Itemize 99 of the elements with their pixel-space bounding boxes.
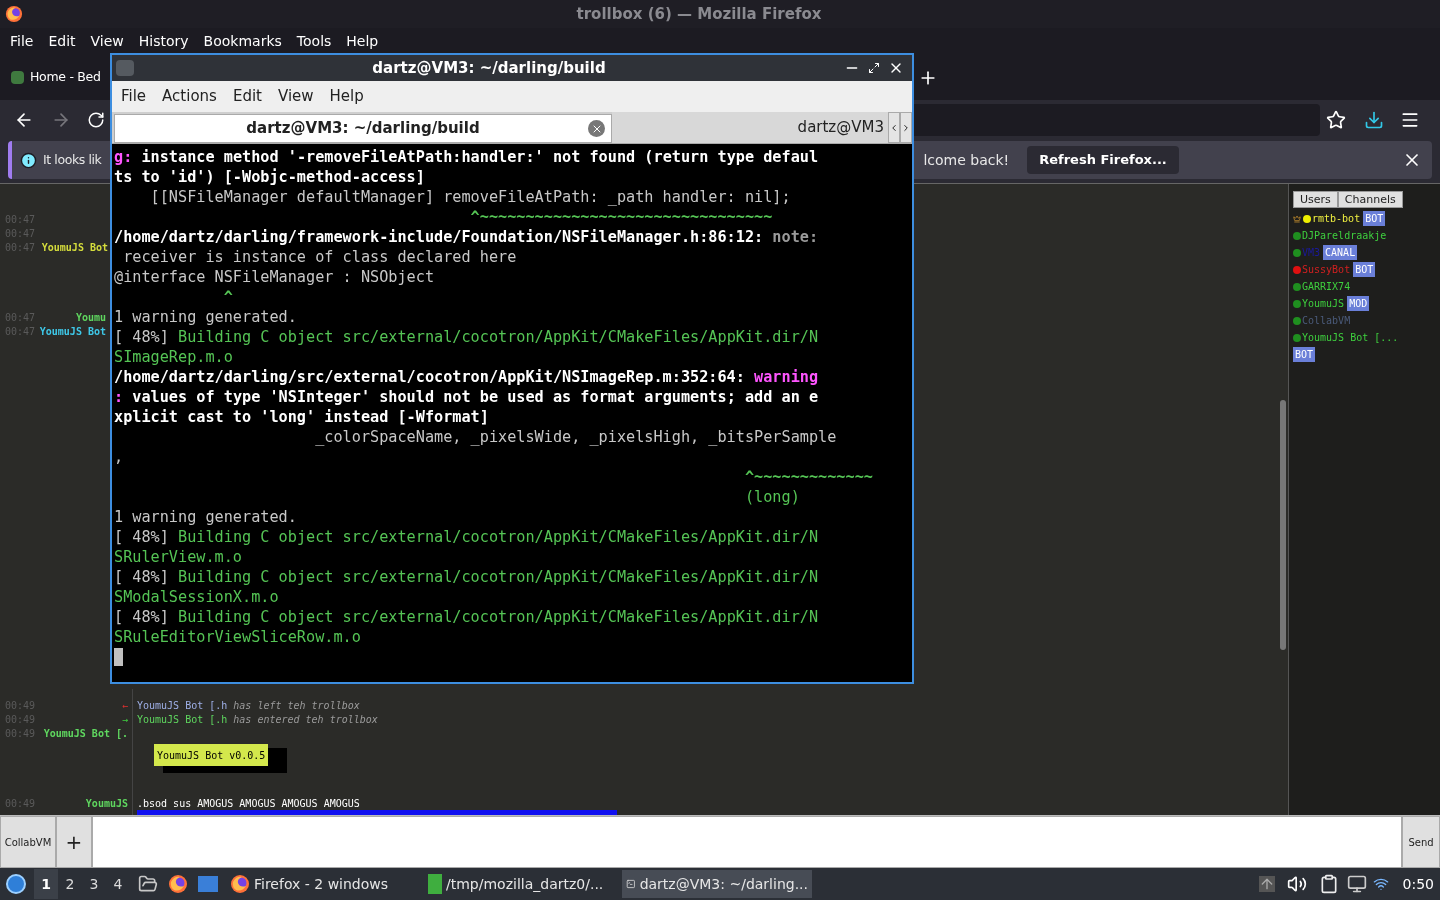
menu-icon[interactable] [1400, 110, 1420, 130]
terminal-line: SRuleEditorViewSliceRow.m.o [114, 627, 362, 647]
reload-icon[interactable] [87, 111, 105, 129]
user-badge: CANAL [1323, 244, 1358, 261]
terminal-line: /home/dartz/darling/framework-include/Foundation/NSFileManager.h:86:12: note: [114, 227, 820, 247]
menu-item[interactable]: Tools [290, 31, 338, 52]
message-text: .bsod sus AMOGUS AMOGUS AMOGUS AMOGUS [137, 796, 360, 811]
firefox-icon [230, 874, 250, 894]
send-button[interactable]: Send [1402, 816, 1440, 868]
notification-text: lcome back! [923, 150, 1010, 170]
maximize-icon[interactable] [868, 62, 880, 74]
clock: 0:50 [1402, 874, 1434, 894]
info-icon [20, 151, 37, 169]
notification-text: It looks lik [43, 150, 102, 169]
user-list-tab[interactable]: Users [1293, 191, 1338, 208]
monitor-icon[interactable] [1346, 874, 1367, 894]
terminal-line: , [114, 447, 125, 467]
menu-item[interactable]: View [272, 85, 319, 108]
chat-input-field[interactable] [92, 816, 1402, 868]
terminal-line: ^~~~~~~~~~~~~~ [743, 467, 874, 487]
nickname: Youmu [75, 310, 106, 325]
terminal-line: SImageRep.m.o [114, 347, 234, 367]
firefox-icon [5, 5, 23, 23]
text-cursor [114, 648, 123, 666]
terminal-line: /home/dartz/darling/src/external/cocotron/AppKit/NSImageRep.m:352:64: warning [114, 367, 820, 387]
terminal-line: ^~~~~~~~~~~~~~~~~~~~~~~~~~~~~~~~~ [469, 207, 774, 227]
collabvm-button[interactable]: CollabVM [0, 816, 56, 868]
menu-item[interactable]: Actions [157, 85, 222, 108]
window-title: trollbox (6) — Mozilla Firefox [575, 3, 823, 25]
add-button[interactable]: + [56, 816, 92, 868]
terminal-line: @interface NSFileManager : NSObject [114, 267, 436, 287]
user-badge: MOD [1347, 295, 1370, 312]
taskbar-task[interactable]: /tmp/mozilla_dartz0/... [424, 870, 614, 898]
window-title: dartz@VM3: ~/darling/build [371, 57, 607, 79]
menu-item[interactable]: Help [340, 31, 385, 52]
nickname: YoumuJS Bot [41, 240, 108, 255]
user-name[interactable]: GARRIX74 [1302, 278, 1351, 295]
menu-item[interactable]: File [116, 85, 152, 108]
terminal-line: ts to 'id') [-Wobjc-method-access] [114, 167, 426, 187]
terminal-line: : values of type 'NSInteger' should not be used as format arguments; add an e [114, 387, 820, 407]
terminal-tab[interactable]: dartz@VM3: ~/darling/build [114, 114, 612, 143]
terminal-line: g: instance method '-removeFileAtPath:handler:' not found (return type defaul [114, 147, 820, 167]
download-icon[interactable] [1364, 110, 1384, 130]
volume-icon[interactable] [1286, 874, 1307, 894]
enter-arrow: → [121, 712, 128, 727]
bookmark-star-icon[interactable] [1326, 110, 1346, 130]
browser-tab[interactable]: Home - Bed [8, 60, 108, 95]
start-menu-icon[interactable] [6, 874, 26, 894]
menu-item[interactable]: Help [324, 85, 369, 108]
taskbar-task[interactable]: dartz@VM3: ~/darling... [622, 870, 812, 898]
refresh-firefox-button[interactable]: Refresh Firefox... [1027, 146, 1179, 174]
file-manager-icon[interactable] [138, 874, 158, 894]
message-text: has left teh trollbox [233, 698, 360, 713]
nickname: YoumuJS [85, 796, 128, 811]
network-icon[interactable] [1372, 876, 1389, 892]
terminal-line: xplicit cast to 'long' instead [-Wformat] [114, 407, 490, 427]
user-name[interactable]: rmtb-bot [1312, 210, 1361, 227]
nickname: YoumuJS Bot [.h [137, 698, 228, 713]
terminal-line: [ 48%] Building C object src/external/cocotron/AppKit/CMakeFiles/AppKit.dir/N [114, 527, 820, 547]
workspace-button[interactable]: 1 [34, 869, 58, 899]
terminal-line: [[NSFileManager defaultManager] removeFileAtPath: _path handler: nil]; [149, 187, 792, 207]
user-badge: BOT [1363, 210, 1386, 227]
menu-item[interactable]: Bookmarks [197, 31, 288, 52]
firefox-icon [168, 874, 188, 894]
terminal-line: SRulerView.m.o [114, 547, 243, 567]
terminal-tab[interactable]: dartz@VM3 [612, 112, 888, 143]
scrollbar-thumb[interactable] [1280, 400, 1286, 650]
leave-arrow: ← [121, 698, 128, 713]
workspace-button[interactable]: 4 [106, 869, 130, 899]
menu-item[interactable]: History [132, 31, 195, 52]
terminal-line: (long) [743, 487, 801, 507]
menu-item[interactable]: View [84, 31, 130, 52]
workspace-button[interactable]: 3 [82, 869, 106, 899]
user-badge: BOT [1353, 261, 1376, 278]
menu-item[interactable]: Edit [42, 31, 82, 52]
nickname: YoumuJS Bot [.h [137, 712, 228, 727]
user-name[interactable]: YoumuJS [1302, 295, 1345, 312]
user-name[interactable]: YoumuJS Bot [... [1302, 329, 1399, 346]
terminal-line: SModalSessionX.m.o [114, 587, 280, 607]
terminal-line: [ 48%] Building C object src/external/cocotron/AppKit/CMakeFiles/AppKit.dir/N [114, 327, 820, 347]
close-tab-icon[interactable] [588, 120, 605, 137]
terminal-line: receiver is instance of class declared here [122, 247, 518, 267]
menu-item[interactable]: File [4, 31, 40, 52]
taskbar-task[interactable]: Firefox - 2 windows [226, 870, 416, 898]
message-text: has entered teh trollbox [233, 712, 378, 727]
user-badge: BOT [1293, 346, 1433, 363]
workspace-button[interactable]: 2 [58, 869, 82, 899]
terminal-line: [ 48%] Building C object src/external/cocotron/AppKit/CMakeFiles/AppKit.dir/N [114, 567, 820, 587]
nickname: YoumuJS Bot [. [43, 726, 128, 741]
terminal-line: ^ [222, 287, 234, 307]
nickname: YoumuJS Bot [39, 324, 106, 339]
menu-item[interactable]: Edit [227, 85, 267, 108]
user-name[interactable]: DJPareldraakje [1302, 227, 1387, 244]
user-list-tab[interactable]: Channels [1337, 191, 1403, 208]
bot-banner: YoumuJS Bot v0.0.5 [154, 744, 269, 766]
terminal-line: [ 48%] Building C object src/external/cocotron/AppKit/CMakeFiles/AppKit.dir/N [114, 607, 820, 627]
terminal-line: 1 warning generated. [114, 307, 298, 327]
terminal-line: 1 warning generated. [114, 507, 298, 527]
terminal-line: _colorSpaceName, _pixelsWide, _pixelsHigh, _bitsPerSample [314, 427, 838, 447]
